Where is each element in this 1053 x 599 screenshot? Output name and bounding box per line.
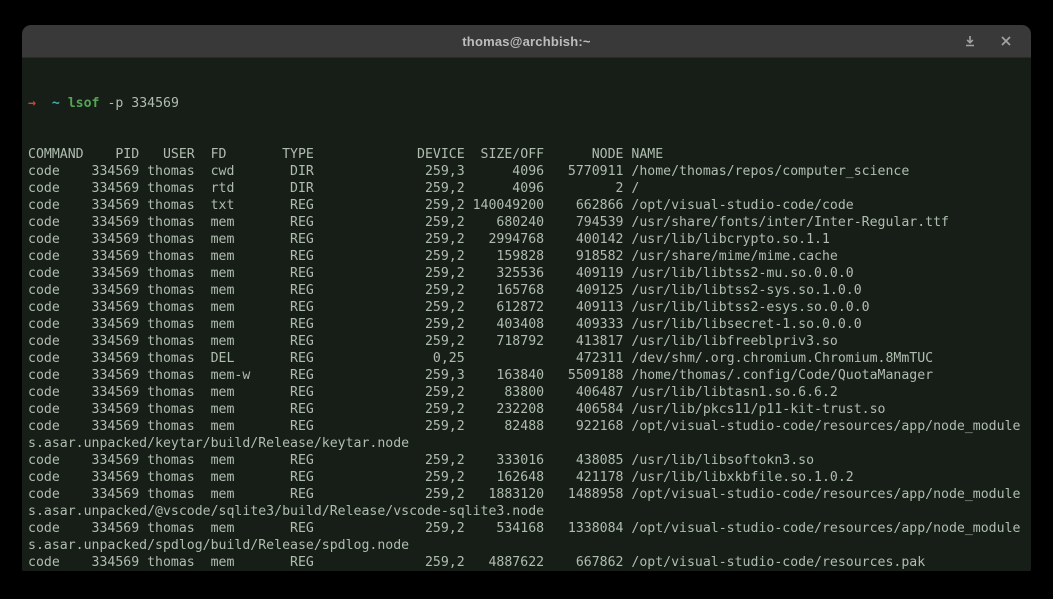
terminal-line: code 334569 thomas cwd DIR 259,3 4096 57…	[28, 163, 1031, 180]
terminal-line: code 334569 thomas mem REG 259,2 159828 …	[28, 248, 1031, 265]
terminal-output: COMMAND PID USER FD TYPE DEVICE SIZE/OFF…	[28, 146, 1031, 571]
terminal-line: code 334569 thomas mem REG 259,2 232208 …	[28, 401, 1031, 418]
terminal-line: code 334569 thomas mem REG 259,2 1883120…	[28, 486, 1031, 503]
close-icon[interactable]	[995, 30, 1017, 52]
prompt-arrow: →	[28, 96, 36, 111]
titlebar[interactable]: thomas@archbish:~	[22, 25, 1031, 58]
terminal-line: code 334569 thomas mem REG 259,2 534168 …	[28, 520, 1031, 537]
window-title: thomas@archbish:~	[462, 34, 590, 49]
terminal-line: s.asar.unpacked/keytar/build/Release/key…	[28, 435, 1031, 452]
terminal-line: code 334569 thomas mem REG 259,2 2994768…	[28, 231, 1031, 248]
terminal-line: code 334569 thomas mem REG 259,2 83800 4…	[28, 384, 1031, 401]
terminal-line: code 334569 thomas mem REG 259,2 403408 …	[28, 316, 1031, 333]
terminal-line: code 334569 thomas mem REG 259,2 718792 …	[28, 333, 1031, 350]
terminal-line: code 334569 thomas rtd DIR 259,2 4096 2 …	[28, 180, 1031, 197]
prompt-command: lsof	[60, 96, 100, 111]
terminal-line: COMMAND PID USER FD TYPE DEVICE SIZE/OFF…	[28, 146, 1031, 163]
terminal-line: s.asar.unpacked/@vscode/sqlite3/build/Re…	[28, 503, 1031, 520]
terminal-line: code 334569 thomas mem REG 259,2 165768 …	[28, 282, 1031, 299]
titlebar-buttons	[959, 25, 1017, 57]
prompt-line: → ~ lsof -p 334569	[28, 95, 1031, 112]
terminal-line: code 334569 thomas txt REG 259,2 1400492…	[28, 197, 1031, 214]
terminal-line: code 334569 thomas mem REG 259,2 4887622…	[28, 554, 1031, 571]
terminal-line: s.asar.unpacked/spdlog/build/Release/spd…	[28, 537, 1031, 554]
terminal-line: code 334569 thomas DEL REG 0,25 472311 /…	[28, 350, 1031, 367]
terminal-line: code 334569 thomas mem REG 259,2 82488 9…	[28, 418, 1031, 435]
terminal-line: code 334569 thomas mem REG 259,2 680240 …	[28, 214, 1031, 231]
terminal-line: code 334569 thomas mem REG 259,2 162648 …	[28, 469, 1031, 486]
prompt-space	[36, 96, 52, 111]
terminal-line: code 334569 thomas mem-w REG 259,3 16384…	[28, 367, 1031, 384]
prompt-cwd: ~	[52, 96, 60, 111]
terminal[interactable]: → ~ lsof -p 334569 COMMAND PID USER FD T…	[22, 58, 1031, 571]
terminal-window: thomas@archbish:~ → ~ lsof -p 334569 COM…	[22, 25, 1031, 572]
terminal-line: code 334569 thomas mem REG 259,2 333016 …	[28, 452, 1031, 469]
terminal-line: code 334569 thomas mem REG 259,2 325536 …	[28, 265, 1031, 282]
prompt-args: -p 334569	[100, 96, 179, 111]
download-icon[interactable]	[959, 30, 981, 52]
terminal-line: code 334569 thomas mem REG 259,2 612872 …	[28, 299, 1031, 316]
